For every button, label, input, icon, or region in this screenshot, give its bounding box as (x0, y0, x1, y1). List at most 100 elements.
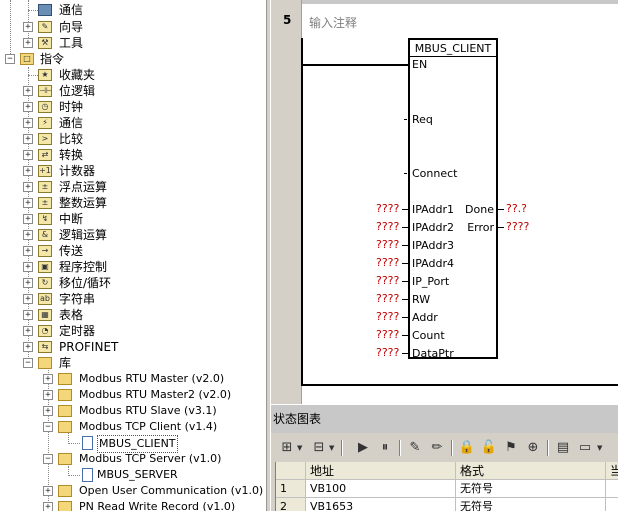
tree-item-compare[interactable]: + > 比较 (0, 131, 266, 147)
tree-item-favorites[interactable]: ★ 收藏夹 (0, 67, 266, 83)
tree-item-pn-read-write-record[interactable]: + PN Read Write Record (v1.0) (0, 499, 266, 511)
expand-toggle[interactable]: + (23, 214, 33, 224)
tree-item-modbus-tcp-client[interactable]: − Modbus TCP Client (v1.4) (0, 419, 266, 435)
table-cell-format[interactable]: 无符号 (456, 498, 606, 511)
expand-toggle[interactable]: + (23, 230, 33, 240)
operand-ip-port[interactable]: ???? (376, 274, 399, 287)
collapse-toggle[interactable]: − (43, 454, 53, 464)
pencil-icon[interactable]: ✏ (427, 439, 447, 457)
tree-item-timer[interactable]: + ◔ 定时器 (0, 323, 266, 339)
table-cell-current[interactable] (606, 498, 618, 511)
table-cell-format[interactable]: 无符号 (456, 480, 606, 498)
lock-icon[interactable]: 🔒 (457, 439, 477, 457)
tree-item-modbus-tcp-server[interactable]: − Modbus TCP Server (v1.0) (0, 451, 266, 467)
operand-ipaddr4[interactable]: ???? (376, 256, 399, 269)
operand-ipaddr3[interactable]: ???? (376, 238, 399, 251)
operand-dataptr[interactable]: ???? (376, 346, 399, 359)
tree-item-counter[interactable]: + +1 计数器 (0, 163, 266, 179)
tree-item-mbus-server[interactable]: MBUS_SERVER (0, 467, 266, 483)
tree-item-table[interactable]: + ▦ 表格 (0, 307, 266, 323)
expand-toggle[interactable]: + (23, 166, 33, 176)
operand-addr[interactable]: ???? (376, 310, 399, 323)
expand-toggle[interactable]: + (43, 486, 53, 496)
status-chart-table[interactable]: 地址 格式 当 1 VB100 无符号 2 VB1653 无符号 (275, 462, 618, 511)
tree-item-string[interactable]: + ab 字符串 (0, 291, 266, 307)
expand-toggle[interactable]: + (43, 406, 53, 416)
chevron-down-icon[interactable]: ▼ (297, 444, 302, 452)
collapse-toggle[interactable]: − (23, 358, 33, 368)
chevron-down-icon[interactable]: ▼ (329, 444, 334, 452)
expand-toggle[interactable]: + (43, 502, 53, 511)
tree-item-integer-math[interactable]: + ± 整数运算 (0, 195, 266, 211)
tree-item-shift-rotate[interactable]: + ↻ 移位/循环 (0, 275, 266, 291)
expand-toggle[interactable]: + (23, 118, 33, 128)
project-tree[interactable]: 通信 + ✎ 向导 + ⚒ 工具 − □ 指令 ★ 收藏夹 + ⊣⊢ 位逻辑 +… (0, 0, 266, 511)
expand-toggle[interactable]: + (43, 390, 53, 400)
expand-toggle[interactable]: + (23, 310, 33, 320)
collapse-toggle[interactable]: − (5, 54, 15, 64)
expand-toggle[interactable]: + (23, 246, 33, 256)
operand-done[interactable]: ??.? (506, 202, 527, 215)
tree-item-float-math[interactable]: + ± 浮点运算 (0, 179, 266, 195)
tree-item-program-control[interactable]: + ▣ 程序控制 (0, 259, 266, 275)
tree-item-communication[interactable]: + ⚡ 通信 (0, 115, 266, 131)
table-cell-current[interactable] (606, 480, 618, 498)
tree-item-modbus-rtu-slave[interactable]: + Modbus RTU Slave (v3.1) (0, 403, 266, 419)
expand-toggle[interactable]: + (23, 326, 33, 336)
expand-toggle[interactable]: + (23, 182, 33, 192)
expand-toggle[interactable]: + (23, 22, 33, 32)
tree-item-library[interactable]: − 库 (0, 355, 266, 371)
operand-count[interactable]: ???? (376, 328, 399, 341)
pause-icon[interactable]: ⏸ (375, 439, 395, 457)
tree-item-convert[interactable]: + ⇄ 转换 (0, 147, 266, 163)
operand-error[interactable]: ???? (506, 220, 529, 233)
expand-toggle[interactable]: + (23, 198, 33, 208)
tree-item-open-user-communication[interactable]: + Open User Communication (v1.0) (0, 483, 266, 499)
unlock-icon[interactable]: 🔓 (479, 439, 499, 457)
tree-item-modbus-rtu-master2[interactable]: + Modbus RTU Master2 (v2.0) (0, 387, 266, 403)
tree-item-move[interactable]: + → 传送 (0, 243, 266, 259)
status-chart-pane[interactable]: 状态图表 ⊞ ▼ ⊟ ▼ ▶ ⏸ ✎ ✏ 🔒 🔓 ⚑ ⊕ ▤ ▭ ▼ 地址 格式… (271, 404, 618, 511)
delete-icon[interactable]: ⊟ (309, 439, 329, 457)
tree-item-communication-top[interactable]: 通信 (0, 2, 266, 18)
chevron-down-icon[interactable]: ▼ (597, 444, 602, 452)
write-icon[interactable]: ✎ (405, 439, 425, 457)
expand-toggle[interactable]: + (23, 38, 33, 48)
tree-item-profinet[interactable]: + ⇆ PROFINET (0, 339, 266, 355)
run-icon[interactable]: ▶ (353, 439, 373, 457)
tree-item-mbus-client[interactable]: MBUS_CLIENT (0, 435, 266, 453)
column-header-current[interactable]: 当 (606, 462, 618, 480)
tree-item-modbus-rtu-master[interactable]: + Modbus RTU Master (v2.0) (0, 371, 266, 387)
tree-item-tools[interactable]: + ⚒ 工具 (0, 35, 266, 51)
operand-rw[interactable]: ???? (376, 292, 399, 305)
tree-item-logic-ops[interactable]: + & 逻辑运算 (0, 227, 266, 243)
tree-item-interrupt[interactable]: + ↯ 中断 (0, 211, 266, 227)
expand-toggle[interactable]: + (23, 102, 33, 112)
ladder-editor[interactable]: 5 输入注释 MBUS_CLIENT EN Req Connect IPAddr… (271, 0, 618, 404)
expand-toggle[interactable]: + (23, 278, 33, 288)
table-cell-address[interactable]: VB100 (306, 480, 456, 498)
expand-toggle[interactable]: + (23, 294, 33, 304)
mbus-client-block[interactable]: MBUS_CLIENT EN Req Connect IPAddr1 IPAdd… (408, 38, 498, 360)
table-cell-address[interactable]: VB1653 (306, 498, 456, 511)
expand-toggle[interactable]: + (23, 134, 33, 144)
tree-item-wizard[interactable]: + ✎ 向导 (0, 19, 266, 35)
operand-ipaddr2[interactable]: ???? (376, 220, 399, 233)
column-header-format[interactable]: 格式 (456, 462, 606, 480)
add-icon[interactable]: ⊞ (277, 439, 297, 457)
force-icon[interactable]: ⚑ (501, 439, 521, 457)
expand-toggle[interactable]: + (23, 262, 33, 272)
tree-item-clock[interactable]: + ◷ 时钟 (0, 99, 266, 115)
read-all-icon[interactable]: ⊕ (523, 439, 543, 457)
expand-toggle[interactable]: + (23, 150, 33, 160)
expand-toggle[interactable]: + (43, 374, 53, 384)
expand-toggle[interactable]: + (23, 86, 33, 96)
operand-ipaddr1[interactable]: ???? (376, 202, 399, 215)
column-header-address[interactable]: 地址 (306, 462, 456, 480)
options-icon[interactable]: ▭ (575, 439, 595, 457)
tree-item-bit-logic[interactable]: + ⊣⊢ 位逻辑 (0, 83, 266, 99)
collapse-toggle[interactable]: − (43, 422, 53, 432)
trend-icon[interactable]: ▤ (553, 439, 573, 457)
network-comment[interactable]: 输入注释 (309, 14, 357, 31)
tree-item-instructions[interactable]: − □ 指令 (0, 51, 266, 67)
